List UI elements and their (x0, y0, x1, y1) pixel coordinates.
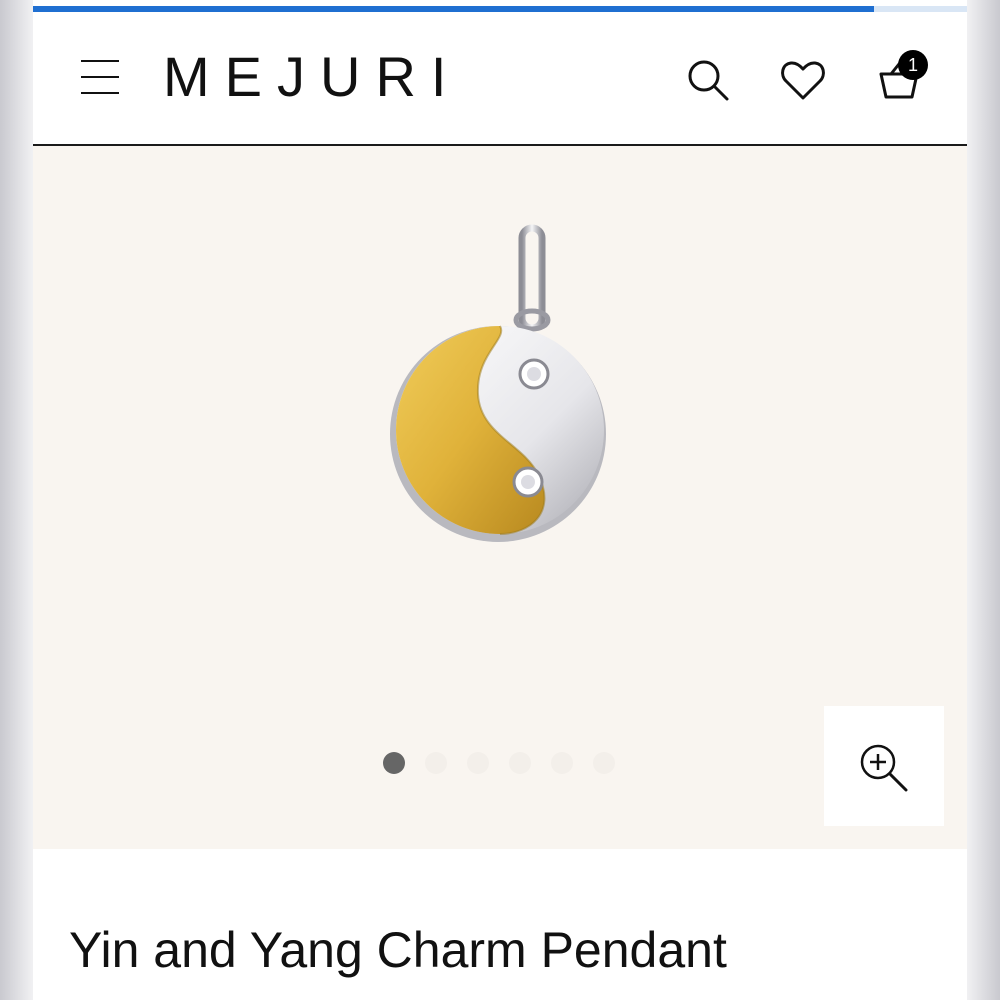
search-button[interactable] (684, 56, 732, 104)
menu-icon-line (81, 60, 119, 62)
cart-count-badge: 1 (898, 50, 928, 80)
wishlist-button[interactable] (779, 56, 827, 104)
menu-icon-line (81, 92, 119, 94)
yin-yang-pendant-image (390, 224, 606, 542)
gallery-dot[interactable] (593, 752, 615, 774)
gallery-dot[interactable] (425, 752, 447, 774)
menu-button[interactable] (79, 58, 121, 96)
zoom-button[interactable] (824, 706, 944, 826)
heart-icon (781, 61, 825, 100)
mobile-page: MEJURI 1 Yin and Yang Charm Pendant (33, 0, 967, 1000)
menu-icon-line (81, 76, 119, 78)
backdrop-right (967, 0, 1000, 1000)
product-title: Yin and Yang Charm Pendant (69, 922, 727, 978)
gallery-pagination (383, 752, 615, 776)
gallery-dot[interactable] (467, 752, 489, 774)
gallery-dot[interactable] (383, 752, 405, 774)
backdrop-left (0, 0, 33, 1000)
zoom-in-icon (860, 744, 908, 792)
brand-logo[interactable]: MEJURI (163, 46, 461, 108)
gallery-dot[interactable] (509, 752, 531, 774)
search-icon (688, 60, 729, 101)
site-header: MEJURI 1 (33, 12, 967, 146)
product-gallery[interactable] (33, 146, 967, 849)
product-info: Yin and Yang Charm Pendant (33, 849, 967, 1000)
gallery-dot[interactable] (551, 752, 573, 774)
